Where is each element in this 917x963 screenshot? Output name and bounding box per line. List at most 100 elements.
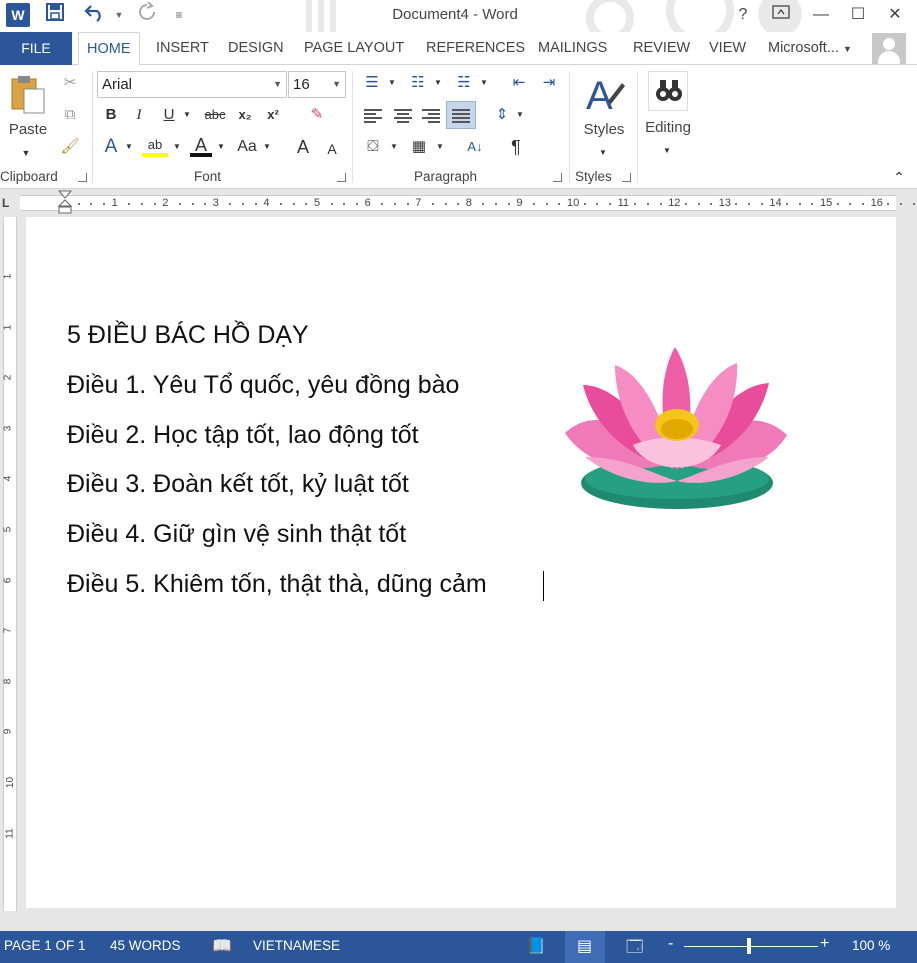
vertical-ruler[interactable]: 1 1 2 3 4 5 6 7 8 9 10 11 — [2, 217, 17, 911]
bullets-icon[interactable]: ☰ — [360, 71, 384, 95]
italic-button[interactable]: I — [128, 103, 150, 127]
change-case-dropdown-icon[interactable]: ▼ — [260, 135, 274, 159]
font-color-dropdown-icon[interactable]: ▼ — [214, 135, 228, 159]
font-launcher-icon[interactable] — [337, 173, 346, 182]
tab-mailings[interactable]: MAILINGS — [538, 32, 607, 65]
align-center-icon[interactable] — [394, 109, 412, 123]
document-title-line[interactable]: 5 ĐIỀU BÁC HỒ DẠY — [67, 321, 309, 350]
format-painter-icon[interactable]: 🖌 — [58, 135, 82, 159]
font-name-select[interactable]: Arial ▼ — [97, 71, 287, 98]
minimize-button[interactable]: — — [806, 2, 836, 28]
zoom-slider[interactable] — [684, 946, 818, 947]
numbering-icon[interactable]: ☷ — [406, 71, 430, 95]
word-logo-icon[interactable]: W — [6, 3, 30, 27]
bullets-dropdown-icon[interactable]: ▼ — [386, 71, 398, 95]
align-right-icon[interactable] — [422, 109, 440, 123]
change-case-button[interactable]: Aa — [234, 135, 260, 159]
text-effects-icon[interactable]: A — [100, 135, 122, 159]
word-count[interactable]: 45 WORDS — [110, 938, 181, 953]
styles-button[interactable]: Styles — [578, 121, 630, 138]
clear-formatting-icon[interactable]: ✎ — [306, 103, 328, 127]
borders-icon[interactable]: ▦ — [406, 135, 432, 159]
zoom-in-button[interactable]: + — [820, 935, 829, 953]
copy-icon[interactable]: ⧉ — [58, 103, 82, 127]
avatar[interactable] — [872, 33, 906, 64]
document-line[interactable]: Điều 1. Yêu Tổ quốc, yêu đồng bào — [67, 371, 459, 400]
paste-icon[interactable] — [6, 73, 50, 117]
line-spacing-dropdown-icon[interactable]: ▼ — [514, 103, 526, 127]
align-left-icon[interactable] — [364, 109, 382, 123]
collapse-ribbon-icon[interactable]: ⌃ — [890, 165, 908, 189]
tab-design[interactable]: DESIGN — [228, 32, 284, 65]
show-formatting-marks-icon[interactable]: ¶ — [504, 135, 528, 159]
page-count[interactable]: PAGE 1 OF 1 — [4, 938, 86, 953]
grow-font-button[interactable]: A — [292, 135, 314, 159]
cut-icon[interactable]: ✂ — [58, 71, 82, 95]
ribbon-display-options-icon[interactable] — [766, 2, 796, 28]
help-button[interactable]: ? — [728, 2, 758, 28]
highlight-icon[interactable]: ab — [142, 133, 168, 157]
redo-icon[interactable] — [134, 1, 160, 28]
close-button[interactable]: ✕ — [880, 2, 910, 28]
font-color-icon[interactable]: A — [190, 133, 212, 157]
read-mode-icon[interactable]: 📘 — [526, 936, 546, 956]
document-line[interactable]: Điều 2. Học tập tốt, lao động tốt — [67, 421, 419, 450]
lotus-flower-image[interactable] — [555, 345, 795, 510]
underline-button[interactable]: U — [158, 103, 180, 127]
maximize-button[interactable]: ☐ — [843, 2, 873, 28]
editing-button[interactable]: Editing — [640, 119, 696, 136]
horizontal-ruler[interactable]: 1 2 3 4 5 6 7 8 9 10 11 12 13 14 15 16 — [20, 190, 915, 214]
tab-view[interactable]: VIEW — [709, 32, 746, 65]
decrease-indent-icon[interactable]: ⇤ — [506, 71, 532, 95]
paste-button[interactable]: Paste — [6, 121, 50, 138]
proofing-icon[interactable]: 📖 — [212, 936, 232, 956]
highlight-dropdown-icon[interactable]: ▼ — [170, 135, 184, 159]
paste-dropdown-icon[interactable]: ▼ — [18, 141, 34, 165]
shrink-font-button[interactable]: A — [322, 137, 342, 161]
document-line[interactable]: Điều 4. Giữ gìn vệ sinh thật tốt — [67, 520, 406, 549]
justify-button[interactable] — [446, 101, 476, 129]
styles-launcher-icon[interactable] — [622, 173, 631, 182]
tab-insert[interactable]: INSERT — [156, 32, 209, 65]
tab-review[interactable]: REVIEW — [633, 32, 690, 65]
find-binoculars-icon[interactable] — [648, 71, 688, 111]
account-name[interactable]: Microsoft... ▼ — [768, 32, 852, 66]
line-spacing-icon[interactable]: ⇕ — [490, 103, 514, 127]
customize-qat-icon[interactable]: ≡ — [166, 2, 192, 28]
strikethrough-button[interactable]: abc — [200, 103, 230, 127]
undo-dropdown-icon[interactable]: ▼ — [106, 2, 132, 28]
document-line[interactable]: Điều 5. Khiêm tốn, thật thà, dũng cảm — [67, 570, 487, 599]
borders-dropdown-icon[interactable]: ▼ — [434, 135, 446, 159]
language-indicator[interactable]: VIETNAMESE — [253, 938, 340, 953]
multilevel-list-icon[interactable]: ☵ — [452, 71, 476, 95]
underline-dropdown-icon[interactable]: ▼ — [180, 103, 194, 127]
numbering-dropdown-icon[interactable]: ▼ — [432, 71, 444, 95]
font-size-select[interactable]: 16 ▼ — [288, 71, 346, 98]
tab-file[interactable]: FILE — [0, 32, 72, 65]
editing-dropdown-icon[interactable]: ▼ — [660, 139, 674, 163]
increase-indent-icon[interactable]: ⇥ — [536, 71, 562, 95]
tab-page-layout[interactable]: PAGE LAYOUT — [304, 32, 404, 65]
zoom-level[interactable]: 100 % — [852, 938, 890, 953]
tab-selector[interactable]: L — [2, 196, 16, 210]
save-icon[interactable] — [42, 2, 68, 28]
tab-home[interactable]: HOME — [78, 32, 140, 66]
paragraph-launcher-icon[interactable] — [553, 173, 562, 182]
indent-marker-icon[interactable] — [58, 190, 72, 220]
bold-button[interactable]: B — [100, 103, 122, 127]
web-layout-icon[interactable]: 🗔 — [626, 936, 643, 963]
styles-dropdown-icon[interactable]: ▼ — [596, 141, 610, 165]
print-layout-button[interactable]: ▤ — [565, 931, 605, 963]
document-line[interactable]: Điều 3. Đoàn kết tốt, kỷ luật tốt — [67, 470, 409, 499]
undo-icon[interactable] — [82, 2, 108, 28]
multilevel-dropdown-icon[interactable]: ▼ — [478, 71, 490, 95]
superscript-button[interactable]: x² — [262, 103, 284, 127]
subscript-button[interactable]: x₂ — [234, 103, 256, 127]
shading-dropdown-icon[interactable]: ▼ — [388, 135, 400, 159]
styles-icon[interactable]: A — [584, 71, 626, 118]
text-effects-dropdown-icon[interactable]: ▼ — [122, 135, 136, 159]
sort-icon[interactable]: A↓ — [462, 135, 488, 159]
zoom-out-button[interactable]: - — [668, 935, 673, 953]
zoom-slider-thumb[interactable] — [747, 938, 751, 954]
shading-icon[interactable]: ⛋ — [360, 135, 386, 159]
